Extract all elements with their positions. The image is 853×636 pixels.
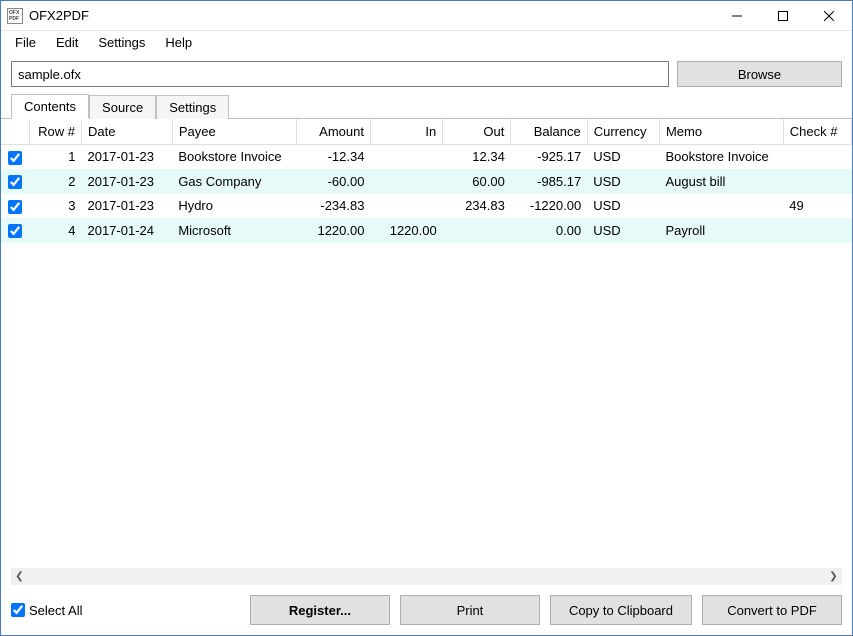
- select-all-checkbox[interactable]: Select All: [11, 603, 82, 618]
- cell-currency: USD: [587, 194, 659, 219]
- cell-memo: Payroll: [659, 218, 783, 243]
- row-checkbox-cell[interactable]: [1, 194, 30, 219]
- header-currency[interactable]: Currency: [587, 119, 659, 145]
- row-checkbox[interactable]: [8, 224, 22, 238]
- table-row[interactable]: 22017-01-23Gas Company-60.00 60.00-985.17…: [1, 169, 852, 194]
- browse-button[interactable]: Browse: [677, 61, 842, 87]
- cell-balance: -1220.00: [511, 194, 587, 219]
- table-container: Row # Date Payee Amount In Out Balance C…: [1, 119, 852, 568]
- tab-contents[interactable]: Contents: [11, 94, 89, 119]
- cell-payee: Gas Company: [172, 169, 296, 194]
- header-rownum[interactable]: Row #: [30, 119, 82, 145]
- header-date[interactable]: Date: [81, 119, 172, 145]
- cell-memo: Bookstore Invoice: [659, 145, 783, 170]
- cell-payee: Microsoft: [172, 218, 296, 243]
- header-check[interactable]: Check #: [783, 119, 851, 145]
- header-amount[interactable]: Amount: [296, 119, 370, 145]
- filename-input[interactable]: [11, 61, 669, 87]
- cell-amount: 1220.00: [296, 218, 370, 243]
- menu-edit[interactable]: Edit: [46, 33, 88, 52]
- cell-currency: USD: [587, 218, 659, 243]
- cell-check: [783, 145, 851, 170]
- cell-date: 2017-01-23: [81, 169, 172, 194]
- scroll-right-arrow-icon[interactable]: ❯: [825, 568, 842, 585]
- header-payee[interactable]: Payee: [172, 119, 296, 145]
- cell-memo: August bill: [659, 169, 783, 194]
- header-balance[interactable]: Balance: [511, 119, 587, 145]
- scroll-left-arrow-icon[interactable]: ❮: [11, 568, 28, 585]
- scrollbar-track[interactable]: [28, 568, 825, 585]
- cell-in: [370, 145, 442, 170]
- table-row[interactable]: 42017-01-24Microsoft1220.001220.000.00US…: [1, 218, 852, 243]
- minimize-button[interactable]: [714, 1, 760, 31]
- copy-clipboard-button[interactable]: Copy to Clipboard: [550, 595, 692, 625]
- select-all-label: Select All: [29, 603, 82, 618]
- cell-balance: -925.17: [511, 145, 587, 170]
- cell-rownum: 4: [30, 218, 82, 243]
- cell-in: [370, 169, 442, 194]
- menu-bar: File Edit Settings Help: [1, 31, 852, 53]
- horizontal-scrollbar[interactable]: ❮ ❯: [11, 568, 842, 585]
- header-memo[interactable]: Memo: [659, 119, 783, 145]
- cell-balance: -985.17: [511, 169, 587, 194]
- cell-amount: -234.83: [296, 194, 370, 219]
- transactions-table: Row # Date Payee Amount In Out Balance C…: [1, 119, 852, 243]
- row-checkbox-cell[interactable]: [1, 169, 30, 194]
- cell-balance: 0.00: [511, 218, 587, 243]
- cell-out: 12.34: [443, 145, 511, 170]
- select-all-input[interactable]: [11, 603, 25, 617]
- window-title: OFX2PDF: [29, 8, 714, 23]
- table-row[interactable]: 12017-01-23Bookstore Invoice-12.3412.34-…: [1, 145, 852, 170]
- tab-bar: Contents Source Settings: [1, 93, 852, 119]
- cell-out: 234.83: [443, 194, 511, 219]
- app-icon: OFX PDF: [7, 8, 23, 24]
- cell-currency: USD: [587, 169, 659, 194]
- cell-rownum: 1: [30, 145, 82, 170]
- menu-help[interactable]: Help: [155, 33, 202, 52]
- cell-date: 2017-01-23: [81, 145, 172, 170]
- print-button[interactable]: Print: [400, 595, 540, 625]
- cell-memo: [659, 194, 783, 219]
- cell-check: [783, 169, 851, 194]
- table-row[interactable]: 32017-01-23Hydro-234.83 234.83-1220.00USD…: [1, 194, 852, 219]
- menu-file[interactable]: File: [5, 33, 46, 52]
- cell-check: [783, 218, 851, 243]
- tab-settings[interactable]: Settings: [156, 95, 229, 119]
- row-checkbox-cell[interactable]: [1, 145, 30, 170]
- cell-date: 2017-01-23: [81, 194, 172, 219]
- menu-settings[interactable]: Settings: [88, 33, 155, 52]
- convert-pdf-button[interactable]: Convert to PDF: [702, 595, 842, 625]
- row-checkbox[interactable]: [8, 175, 22, 189]
- cell-out: [443, 218, 511, 243]
- cell-amount: -60.00: [296, 169, 370, 194]
- table-header-row: Row # Date Payee Amount In Out Balance C…: [1, 119, 852, 145]
- table-empty-area: [1, 243, 852, 568]
- cell-date: 2017-01-24: [81, 218, 172, 243]
- cell-rownum: 2: [30, 169, 82, 194]
- cell-check: 49: [783, 194, 851, 219]
- cell-rownum: 3: [30, 194, 82, 219]
- cell-currency: USD: [587, 145, 659, 170]
- row-checkbox-cell[interactable]: [1, 218, 30, 243]
- tab-source[interactable]: Source: [89, 95, 156, 119]
- cell-out: 60.00: [443, 169, 511, 194]
- close-button[interactable]: [806, 1, 852, 31]
- cell-in: [370, 194, 442, 219]
- row-checkbox[interactable]: [8, 151, 22, 165]
- cell-payee: Bookstore Invoice: [172, 145, 296, 170]
- register-button[interactable]: Register...: [250, 595, 390, 625]
- header-in[interactable]: In: [370, 119, 442, 145]
- file-row: Browse: [1, 53, 852, 93]
- cell-amount: -12.34: [296, 145, 370, 170]
- cell-payee: Hydro: [172, 194, 296, 219]
- bottom-bar: Select All Register... Print Copy to Cli…: [1, 585, 852, 635]
- row-checkbox[interactable]: [8, 200, 22, 214]
- maximize-button[interactable]: [760, 1, 806, 31]
- header-checkbox[interactable]: [1, 119, 30, 145]
- title-bar: OFX PDF OFX2PDF: [1, 1, 852, 31]
- header-out[interactable]: Out: [443, 119, 511, 145]
- cell-in: 1220.00: [370, 218, 442, 243]
